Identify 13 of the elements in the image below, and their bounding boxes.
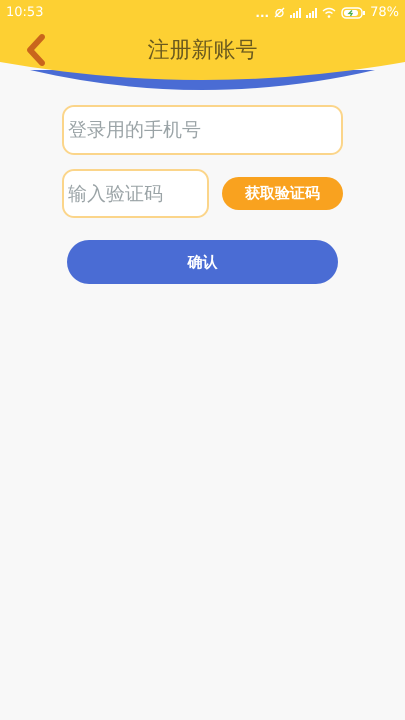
alarm-off-icon (274, 7, 286, 18)
wifi-icon (322, 7, 336, 18)
battery-icon (341, 6, 366, 18)
code-input-field[interactable]: 输入验证码 (62, 169, 209, 218)
signal-icon (306, 8, 318, 18)
status-time: 10:53 (6, 4, 44, 22)
status-dots: ... (255, 4, 270, 22)
confirm-button[interactable]: 确认 (67, 240, 338, 284)
back-icon (24, 33, 46, 67)
phone-input-field[interactable]: 登录用的手机号 (62, 105, 343, 155)
page-title: 注册新账号 (148, 36, 258, 64)
signal-icon (290, 8, 302, 18)
battery-level: 78% (370, 4, 399, 22)
